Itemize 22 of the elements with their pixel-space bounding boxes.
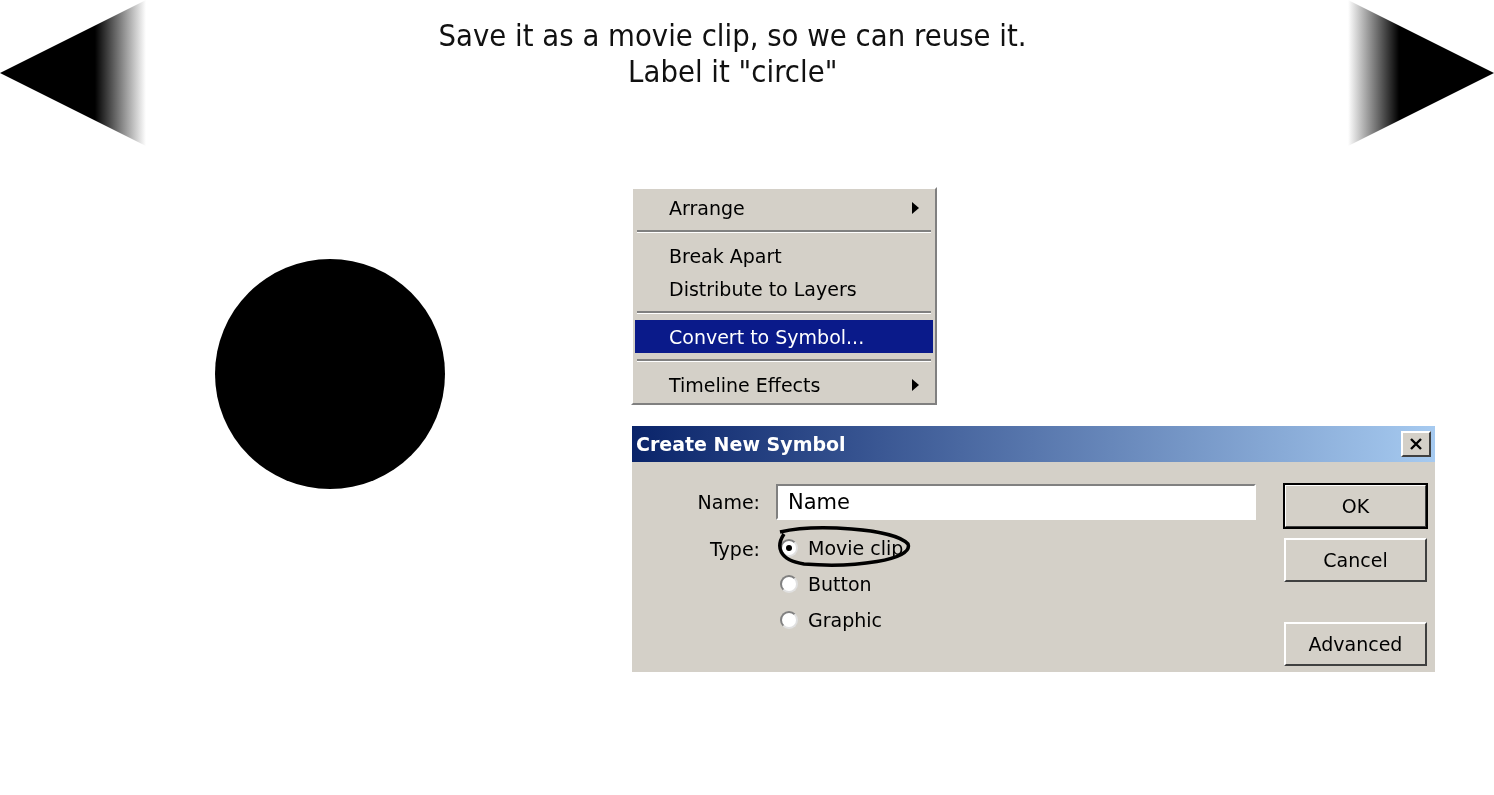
close-button[interactable]: [1401, 431, 1431, 457]
caption-text: Save it as a movie clip, so we can reuse it.: [439, 18, 1027, 54]
previous-arrow[interactable]: [0, 0, 146, 146]
radio-button[interactable]: [780, 611, 798, 629]
menu-item[interactable]: Arrange: [635, 191, 933, 224]
dialog-title: Create New Symbol: [636, 433, 846, 455]
dialog-button[interactable]: Cancel: [1284, 538, 1427, 582]
menu-item[interactable]: Convert to Symbol...: [635, 320, 933, 353]
name-label: Name:: [696, 491, 760, 513]
radio-button[interactable]: [780, 575, 798, 593]
radio-label: Graphic: [808, 609, 882, 631]
radio-label: Button: [808, 573, 872, 595]
menu-item[interactable]: Break Apart: [635, 239, 933, 272]
close-icon: [1409, 437, 1423, 451]
next-arrow[interactable]: [1348, 0, 1494, 146]
menu-item[interactable]: Distribute to Layers: [635, 272, 933, 305]
caption-text: Label it "circle": [628, 54, 838, 90]
menu-item[interactable]: Timeline Effects: [635, 368, 933, 401]
name-field[interactable]: Name: [776, 484, 1256, 520]
dialog-button[interactable]: OK: [1284, 484, 1427, 528]
type-label: Type:: [708, 537, 760, 560]
dialog-button[interactable]: Advanced: [1284, 622, 1427, 666]
